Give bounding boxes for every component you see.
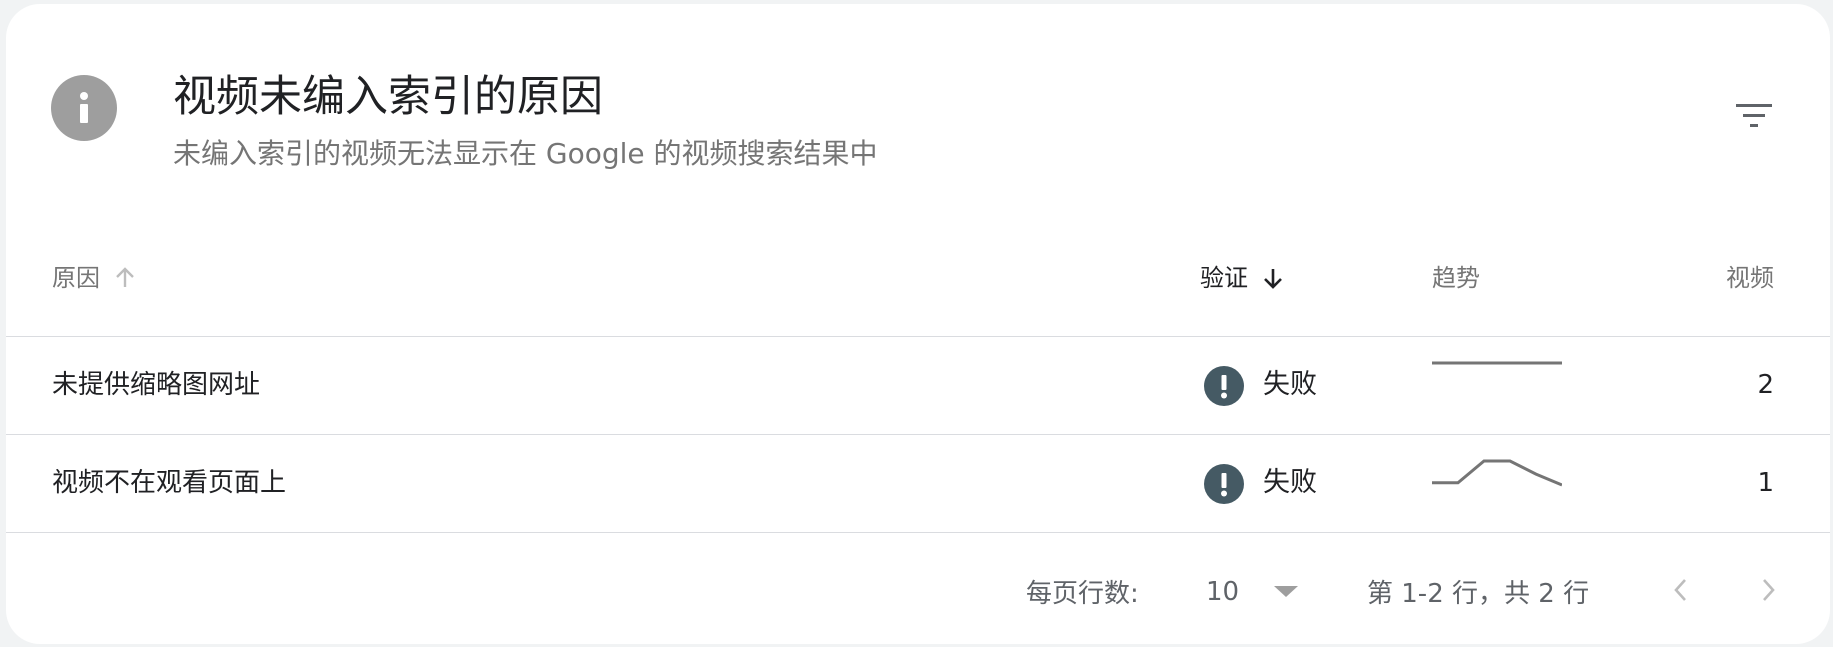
rows-per-page-value: 10 — [1206, 577, 1240, 607]
column-header-videos[interactable]: 视频 — [1726, 261, 1774, 295]
trend-sparkline — [1432, 459, 1562, 487]
arrow-up-icon — [116, 267, 134, 287]
row-reason: 未提供缩略图网址 — [52, 370, 261, 400]
row-video-count: 1 — [1757, 468, 1774, 498]
row-status: 失败 — [1263, 467, 1317, 498]
info-icon — [51, 75, 117, 141]
rows-per-page-label: 每页行数: — [1026, 579, 1139, 609]
column-header-reason[interactable]: 原因 — [52, 261, 136, 295]
filter-button[interactable] — [1732, 94, 1776, 138]
column-header-trend: 趋势 — [1432, 264, 1480, 292]
row-reason: 视频不在观看页面上 — [52, 468, 287, 498]
chevron-left-icon — [1674, 579, 1686, 601]
table-bottom-divider — [6, 532, 1830, 533]
column-header-verification[interactable]: 验证 — [1200, 261, 1284, 295]
trend-line — [1432, 459, 1562, 487]
card-title: 视频未编入索引的原因 — [173, 72, 603, 122]
previous-page-button[interactable] — [1661, 570, 1701, 610]
filter-icon — [1736, 104, 1772, 127]
arrow-down-icon — [1264, 269, 1282, 289]
row-video-count: 2 — [1757, 370, 1774, 400]
dropdown-caret-icon — [1274, 586, 1298, 597]
row-status: 失败 — [1263, 369, 1317, 400]
rows-per-page-select[interactable]: 10 — [1206, 572, 1306, 612]
column-header-verification-label: 验证 — [1200, 264, 1248, 292]
next-page-button[interactable] — [1748, 570, 1788, 610]
card-subtitle: 未编入索引的视频无法显示在 Google 的视频搜索结果中 — [173, 137, 878, 170]
failed-status-icon — [1204, 366, 1244, 406]
failed-status-icon — [1204, 464, 1244, 504]
chevron-right-icon — [1763, 579, 1775, 601]
column-header-reason-label: 原因 — [52, 264, 100, 292]
card: 视频未编入索引的原因 未编入索引的视频无法显示在 Google 的视频搜索结果中… — [6, 4, 1830, 644]
table-row[interactable]: 未提供缩略图网址 失败 2 — [6, 337, 1830, 434]
pagination-range: 第 1-2 行，共 2 行 — [1367, 579, 1590, 609]
table-row[interactable]: 视频不在观看页面上 失败 1 — [6, 435, 1830, 532]
trend-sparkline — [1432, 361, 1562, 365]
